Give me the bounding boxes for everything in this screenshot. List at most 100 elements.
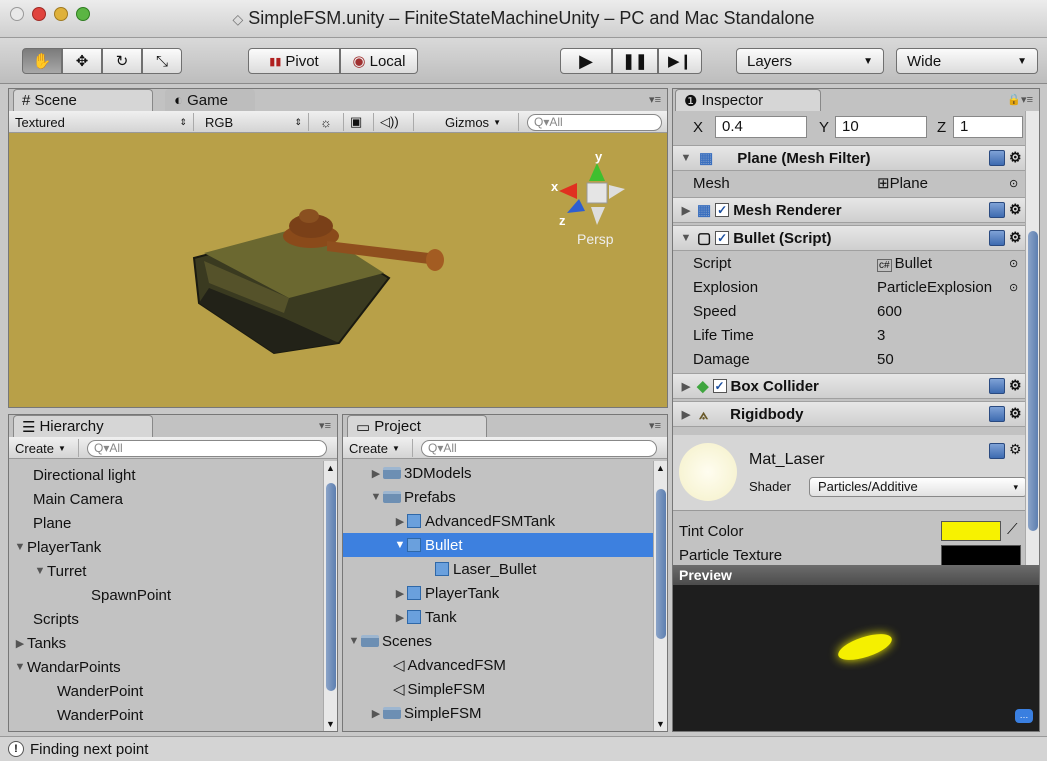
status-bar[interactable]: ! Finding next point <box>0 736 1047 761</box>
help-icon[interactable] <box>989 406 1005 422</box>
expand-arrow-icon[interactable]: ▶ <box>369 467 383 480</box>
list-item[interactable]: ▼ Scenes <box>343 629 653 653</box>
tab-game[interactable]: ◐ Game <box>165 89 255 111</box>
expand-arrow-icon[interactable]: ▶ <box>393 587 407 600</box>
list-item[interactable]: ◁ AdvancedFSM <box>343 653 653 677</box>
list-item[interactable]: Directional light <box>9 463 323 487</box>
expand-arrow-icon[interactable]: ▼ <box>33 565 47 577</box>
render-mode-dropdown[interactable]: Textured ⇕ <box>9 113 194 131</box>
expand-arrow-icon[interactable]: ▶ <box>393 515 407 528</box>
persp-label[interactable]: Persp <box>577 231 614 247</box>
rigidbody-header[interactable]: ▶ ⟑ Rigidbody ⚙ <box>673 401 1025 427</box>
scrollbar-thumb[interactable] <box>656 489 666 639</box>
list-item[interactable]: ▶ Tank <box>343 605 653 629</box>
create-dropdown[interactable]: Create ▼ <box>343 439 413 457</box>
tab-inspector[interactable]: ❶ Inspector <box>675 89 821 111</box>
create-dropdown[interactable]: Create ▼ <box>9 439 79 457</box>
scale-tool-button[interactable]: ⤡ <box>142 48 182 74</box>
play-button[interactable]: ▶ <box>560 48 612 74</box>
hierarchy-scrollbar[interactable]: ▲ ▼ <box>323 461 337 731</box>
list-item[interactable]: Scripts <box>9 607 323 631</box>
gear-icon[interactable]: ⚙ <box>1009 229 1022 246</box>
speed-value[interactable]: 600 <box>877 303 902 320</box>
object-picker-icon[interactable]: ⊙ <box>1009 281 1018 294</box>
panel-menu-icon[interactable]: ▾≡ <box>649 93 661 106</box>
gear-icon[interactable]: ⚙ <box>1009 377 1022 394</box>
panel-menu-icon[interactable]: ▾≡ <box>319 419 331 432</box>
layout-dropdown[interactable]: Wide ▼ <box>896 48 1038 74</box>
list-item[interactable]: ▶ 3DModels <box>343 461 653 485</box>
help-icon[interactable] <box>989 378 1005 394</box>
list-item[interactable]: Laser_Bullet <box>343 557 653 581</box>
gear-icon[interactable]: ⚙ <box>1009 149 1022 166</box>
list-item[interactable]: ▶ AdvancedFSMTank <box>343 509 653 533</box>
gear-icon[interactable]: ⚙ <box>1009 405 1022 422</box>
list-item[interactable]: ▶ Tanks <box>9 631 323 655</box>
hand-tool-button[interactable]: ✋ <box>22 48 62 74</box>
scroll-down-icon[interactable]: ▼ <box>326 719 335 729</box>
list-item[interactable]: ▼ WandarPoints <box>9 655 323 679</box>
scroll-up-icon[interactable]: ▲ <box>656 463 665 473</box>
preview-viewport[interactable]: … <box>673 585 1039 731</box>
help-icon[interactable] <box>989 230 1005 246</box>
scrollbar-thumb[interactable] <box>1028 231 1038 531</box>
expand-arrow-icon[interactable]: ▶ <box>13 637 27 650</box>
list-item[interactable]: WanderPoint <box>9 703 323 727</box>
list-item-selected[interactable]: ▼ Bullet <box>343 533 653 557</box>
expand-arrow-icon[interactable]: ▼ <box>13 661 27 673</box>
help-icon[interactable] <box>989 443 1005 459</box>
project-search-input[interactable]: Q▾All <box>421 440 657 457</box>
image-toggle[interactable]: ▣ <box>344 113 374 131</box>
eyedropper-icon[interactable]: ⟋ <box>1007 521 1018 538</box>
lifetime-value[interactable]: 3 <box>877 327 885 344</box>
color-mode-dropdown[interactable]: RGB ⇕ <box>199 113 309 131</box>
lighting-toggle[interactable]: ☼ <box>314 113 344 131</box>
expand-arrow-icon[interactable]: ▶ <box>369 707 383 720</box>
scale-z-field[interactable]: 1 <box>953 116 1023 138</box>
expand-arrow-icon[interactable]: ▶ <box>679 204 693 217</box>
list-item[interactable]: ▼ Turret <box>9 559 323 583</box>
shader-dropdown[interactable]: Particles/Additive ▾ <box>809 477 1025 497</box>
move-tool-button[interactable]: ✥ <box>62 48 102 74</box>
particle-texture-slot[interactable] <box>941 545 1021 565</box>
help-icon[interactable] <box>989 202 1005 218</box>
expand-arrow-icon[interactable]: ▼ <box>369 491 383 503</box>
step-button[interactable]: ▶❙ <box>658 48 702 74</box>
expand-arrow-icon[interactable]: ▶ <box>679 380 693 393</box>
rotate-tool-button[interactable]: ↻ <box>102 48 142 74</box>
layers-dropdown[interactable]: Layers ▼ <box>736 48 884 74</box>
local-button[interactable]: ◉ Local <box>340 48 418 74</box>
expand-arrow-icon[interactable]: ▼ <box>13 541 27 553</box>
expand-arrow-icon[interactable]: ▼ <box>679 152 693 164</box>
tab-scene[interactable]: # Scene <box>13 89 153 111</box>
scene-search-input[interactable]: Q▾All <box>527 114 662 131</box>
scale-x-field[interactable]: 0.4 <box>715 116 807 138</box>
expand-arrow-icon[interactable]: ▼ <box>679 232 693 244</box>
more-icon[interactable]: … <box>1015 709 1033 723</box>
scrollbar-thumb[interactable] <box>326 483 336 691</box>
mesh-renderer-checkbox[interactable]: ✓ <box>715 203 730 217</box>
list-item[interactable]: WanderPoint <box>9 679 323 703</box>
scene-viewport[interactable]: y x z Persp <box>9 133 667 407</box>
list-item[interactable]: Main Camera <box>9 487 323 511</box>
list-item[interactable]: ▶ SimpleFSM <box>343 701 653 725</box>
hierarchy-search-input[interactable]: Q▾All <box>87 440 327 457</box>
mesh-filter-header[interactable]: ▼ ▦ Plane (Mesh Filter) ⚙ <box>673 145 1025 171</box>
scene-gizmo[interactable]: y x z <box>549 149 629 233</box>
pause-button[interactable]: ❚❚ <box>612 48 658 74</box>
material-header[interactable]: Mat_Laser Shader Particles/Additive ▾ ⚙ <box>673 435 1025 511</box>
expand-arrow-icon[interactable]: ▶ <box>679 408 693 421</box>
scale-y-field[interactable]: 10 <box>835 116 927 138</box>
gear-icon[interactable]: ⚙ <box>1009 441 1022 458</box>
script-value[interactable]: c# Bullet <box>877 255 932 272</box>
mesh-renderer-header[interactable]: ▶ ▦ ✓ Mesh Renderer ⚙ <box>673 197 1025 223</box>
bullet-script-header[interactable]: ▼ ▢ ✓ Bullet (Script) ⚙ <box>673 225 1025 251</box>
gizmos-dropdown[interactable]: Gizmos ▼ <box>439 113 519 131</box>
audio-toggle[interactable]: ◁)) <box>374 113 414 131</box>
inspector-scrollbar[interactable] <box>1025 111 1039 565</box>
object-picker-icon[interactable]: ⊙ <box>1009 257 1018 270</box>
bullet-script-checkbox[interactable]: ✓ <box>715 231 730 245</box>
pivot-button[interactable]: ▮▮ Pivot <box>248 48 340 74</box>
list-item[interactable]: SpawnPoint <box>9 583 323 607</box>
tab-hierarchy[interactable]: ☰ Hierarchy <box>13 415 153 437</box>
